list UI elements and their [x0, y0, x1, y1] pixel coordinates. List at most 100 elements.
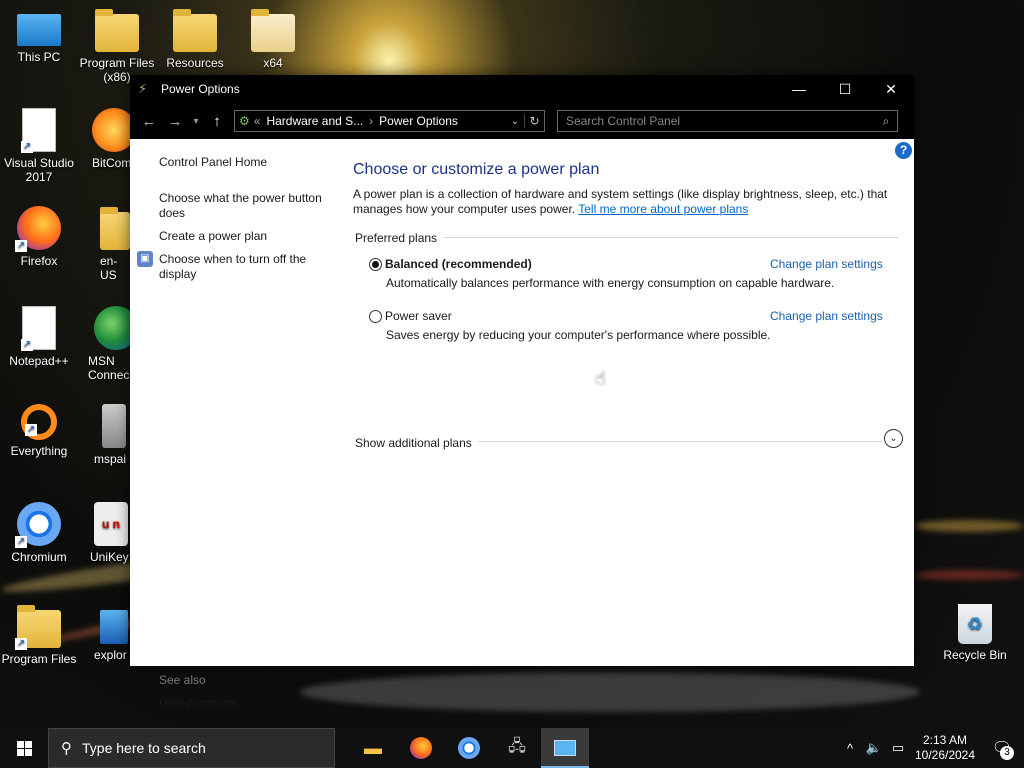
plan-description: Automatically balances performance with … [386, 276, 835, 290]
clock-time: 2:13 AM [922, 733, 968, 747]
desktop-icon-explorer[interactable]: explor [78, 604, 130, 662]
search-input[interactable] [566, 114, 875, 128]
desktop-icon-label: Notepad++ [9, 354, 69, 368]
desktop-icon-unikey[interactable]: u n UniKey [78, 502, 130, 564]
search-box[interactable]: ⌕ [557, 110, 898, 132]
help-icon[interactable]: ? [895, 142, 912, 159]
folder-icon [15, 605, 61, 650]
clock[interactable]: 2:13 AM 10/26/2024 [910, 733, 980, 763]
learn-more-link[interactable]: Tell me more about power plans [578, 202, 748, 216]
desktop-icon-label: UniKey [90, 550, 129, 564]
back-arrow-icon[interactable]: ← [136, 108, 162, 134]
display-settings-icon: ▣ [137, 251, 153, 267]
minimize-button[interactable]: — [776, 75, 822, 103]
power-saver-radio[interactable] [369, 310, 382, 323]
network-icon[interactable]: ▭ [886, 740, 910, 756]
breadcrumb-overflow[interactable]: « [254, 114, 261, 128]
desktop-icon-recycle-bin[interactable]: ♻ Recycle Bin [936, 604, 1014, 662]
address-dropdown-icon[interactable]: ⌄ [506, 116, 524, 127]
link-power-button[interactable]: Choose what the power button does [159, 191, 335, 221]
windows-logo-icon [16, 740, 32, 756]
network-drive-icon: 🖧 [508, 737, 526, 755]
wallpaper-streak [914, 520, 1024, 532]
recent-locations-chevron-icon[interactable]: ▾ [188, 108, 204, 134]
page-title: Choose or customize a power plan [353, 161, 600, 178]
address-bar[interactable]: ⚙ « Hardware and S... › Power Options ⌄ … [234, 110, 545, 132]
taskbar-file-explorer[interactable]: ▬ [349, 728, 397, 768]
taskbar-control-panel[interactable] [541, 728, 589, 768]
desktop-icon-label: MSN Connec [88, 354, 130, 382]
desktop-icon-resources[interactable]: Resources [156, 8, 234, 70]
desktop-icon-label: Everything [10, 444, 68, 458]
plan-name[interactable]: Power saver [385, 309, 452, 323]
up-arrow-icon[interactable]: ↑ [204, 108, 230, 134]
desktop-icon-chromium[interactable]: Chromium [0, 502, 78, 564]
left-pane: Control Panel Home Choose what the power… [130, 139, 340, 710]
breadcrumb-hardware[interactable]: Hardware and S... [266, 114, 363, 128]
close-button[interactable]: ✕ [868, 75, 914, 103]
breadcrumb-power-options[interactable]: Power Options [379, 114, 458, 128]
desktop-icon-bitcomet[interactable]: BitCom [78, 108, 130, 170]
desktop-icon-notepadpp[interactable]: Notepad++ [0, 306, 78, 368]
show-additional-plans-label[interactable]: Show additional plans [355, 436, 478, 450]
desktop-icon-label: This PC [17, 50, 61, 64]
desktop-icon-msn[interactable]: MSN Connec [78, 306, 130, 382]
desktop-icon-label: Program Files [1, 652, 77, 666]
wallpaper-road [300, 672, 920, 712]
link-create-power-plan[interactable]: Create a power plan [159, 229, 335, 244]
desktop-icon-label: en-US [100, 254, 118, 282]
balanced-radio[interactable] [369, 258, 382, 271]
desktop-icon-label: mspai [94, 452, 127, 466]
breadcrumb-separator-icon: › [369, 114, 374, 128]
desktop-icon-mspaint[interactable]: mspai [78, 404, 130, 466]
chromium-icon [15, 502, 61, 548]
search-icon: ⚲ [61, 740, 72, 757]
preferred-plans-label: Preferred plans [355, 231, 444, 245]
chromium-icon [458, 737, 480, 759]
window-title: Power Options [161, 82, 240, 96]
desktop-icon-program-files-x86[interactable]: Program Files (x86) [78, 8, 156, 84]
system-tray: ^ 🔈 ▭ 2:13 AM 10/26/2024 🗨 3 [838, 728, 1024, 768]
taskbar-chromium[interactable] [445, 728, 493, 768]
refresh-icon[interactable]: ↻ [524, 114, 544, 128]
start-button[interactable] [0, 728, 48, 768]
desktop-icon-firefox[interactable]: Firefox [0, 206, 78, 268]
taskbar-network-drive[interactable]: 🖧 [493, 728, 541, 768]
hand-cursor-icon: ☝ [595, 368, 606, 388]
recycle-bin-icon: ♻ [958, 604, 992, 644]
search-icon[interactable]: ⌕ [875, 114, 897, 129]
explorer-icon [100, 610, 128, 644]
desktop-icon-program-files[interactable]: Program Files [0, 604, 78, 666]
taskbar-search[interactable]: ⚲ Type here to search [48, 728, 335, 768]
taskbar-firefox[interactable] [397, 728, 445, 768]
taskbar: ⚲ Type here to search ▬ 🖧 ^ 🔈 ▭ 2:13 AM … [0, 728, 1024, 768]
wallpaper-streak [914, 570, 1024, 580]
plan-name[interactable]: Balanced (recommended) [385, 257, 532, 271]
link-control-panel-home[interactable]: Control Panel Home [159, 155, 335, 170]
paint-icon [102, 404, 126, 448]
show-hidden-icons-chevron-icon[interactable]: ^ [838, 741, 862, 756]
document-icon [21, 306, 56, 351]
link-user-accounts[interactable]: User Accounts [159, 696, 335, 711]
desktop-icon-visual-studio[interactable]: Visual Studio 2017 [0, 108, 78, 184]
maximize-button[interactable]: ☐ [822, 75, 868, 103]
expand-chevron-icon[interactable]: ⌄ [884, 429, 903, 448]
main-pane: ? Choose or customize a power plan A pow… [353, 139, 914, 666]
desktop-icon-label: Recycle Bin [943, 648, 1007, 662]
plan-description: Saves energy by reducing your computer's… [386, 328, 771, 342]
address-bar-row: ← → ▾ ↑ ⚙ « Hardware and S... › Power Op… [130, 103, 914, 139]
bitcomet-icon [92, 108, 130, 152]
desktop-icon-everything[interactable]: Everything [0, 404, 78, 458]
volume-muted-icon[interactable]: 🔈 [862, 740, 886, 756]
change-plan-settings-link[interactable]: Change plan settings [770, 257, 883, 271]
change-plan-settings-link[interactable]: Change plan settings [770, 309, 883, 323]
title-bar[interactable]: ⚡ Power Options — ☐ ✕ [130, 75, 914, 103]
forward-arrow-icon[interactable]: → [162, 108, 188, 134]
desktop-icon-en-us[interactable]: en-US [78, 206, 130, 282]
notifications-button[interactable]: 🗨 3 [980, 738, 1024, 760]
control-panel-icon [554, 740, 576, 756]
link-turn-off-display[interactable]: Choose when to turn off the display [159, 252, 335, 282]
desktop-icon-this-pc[interactable]: This PC [0, 8, 78, 64]
computer-icon [17, 14, 61, 46]
desktop-icon-x64[interactable]: x64 [234, 8, 312, 70]
